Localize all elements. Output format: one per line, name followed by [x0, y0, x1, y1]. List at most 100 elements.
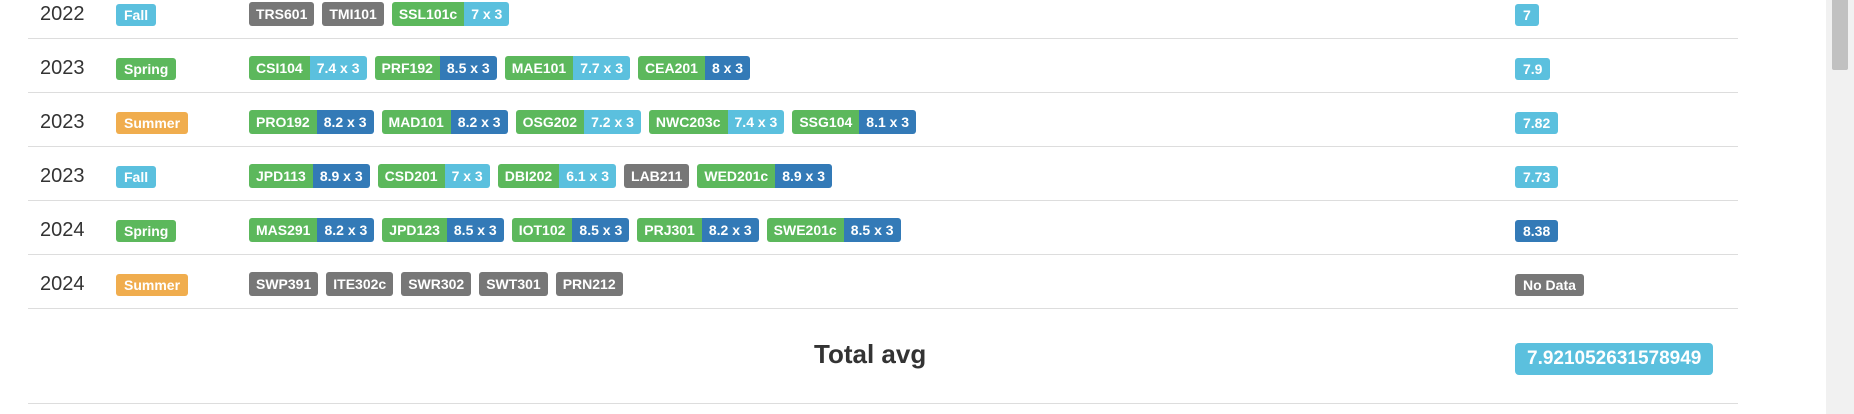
- term-badge: Summer: [116, 274, 189, 296]
- course-code: ITE302c: [326, 272, 394, 296]
- semester-rows: 2022 Fall TRS601 TMI101 SSL101c 7 x 3 7 2023 Spr…: [28, 0, 1738, 309]
- year-label: 2024: [40, 273, 85, 295]
- vertical-scrollbar[interactable]: [1826, 0, 1854, 414]
- course-code: DBI202: [497, 164, 560, 188]
- total-row: Total avg 7.921052631578949: [28, 309, 1738, 404]
- course-badge: ITE302c: [326, 272, 394, 296]
- course-badge: SWT301: [479, 272, 548, 296]
- course-list: PRO192 8.2 x 3 MAD101 8.2 x 3 OSG202 7.2 x 3N…: [249, 110, 917, 134]
- course-badge: OSG202 7.2 x 3: [515, 110, 641, 134]
- course-badge: CEA201 8 x 3: [638, 56, 751, 80]
- course-code: SWR302: [401, 272, 472, 296]
- term-badge: Summer: [116, 112, 189, 134]
- course-code: JPD113: [249, 164, 313, 188]
- semester-row: 2023 Fall JPD113 8.9 x 3 CSD201 7 x 3 DBI202 6.…: [28, 147, 1738, 201]
- course-list: MAS291 8.2 x 3 JPD123 8.5 x 3 IOT102 8.5 x 3P…: [249, 218, 901, 242]
- semester-avg-badge: 8.38: [1515, 220, 1559, 242]
- term-badge: Fall: [116, 166, 157, 188]
- semester-avg-badge: 7.9: [1515, 58, 1551, 80]
- year-label: 2024: [40, 219, 85, 241]
- course-badge: TRS601: [249, 2, 315, 26]
- course-score: 8.2 x 3: [316, 110, 374, 134]
- course-badge: JPD113 8.9 x 3: [249, 164, 370, 188]
- course-code: SWE201c: [766, 218, 844, 242]
- course-score: 8.2 x 3: [317, 218, 375, 242]
- course-badge: WED201c 8.9 x 3: [697, 164, 833, 188]
- grade-table: 2022 Fall TRS601 TMI101 SSL101c 7 x 3 7 2023 Spr…: [28, 0, 1738, 404]
- course-badge: LAB211: [624, 164, 690, 188]
- course-score: 8.5 x 3: [439, 56, 497, 80]
- year-label: 2022: [40, 3, 85, 25]
- course-score: 8.5 x 3: [843, 218, 901, 242]
- course-code: TRS601: [249, 2, 315, 26]
- course-badge: SWE201c 8.5 x 3: [766, 218, 901, 242]
- grade-report-page: 2022 Fall TRS601 TMI101 SSL101c 7 x 3 7 2023 Spr…: [0, 0, 1854, 414]
- course-score: 6.1 x 3: [559, 164, 617, 188]
- course-badge: SWP391: [249, 272, 319, 296]
- semester-row: 2022 Fall TRS601 TMI101 SSL101c 7 x 3 7: [28, 0, 1738, 39]
- semester-avg-badge: 7.73: [1515, 166, 1559, 188]
- course-score: 8.2 x 3: [450, 110, 508, 134]
- semester-row: 2024 Spring MAS291 8.2 x 3 JPD123 8.5 x 3 IOT1…: [28, 201, 1738, 255]
- course-code: CEA201: [638, 56, 705, 80]
- course-badge: SSG104 8.1 x 3: [792, 110, 917, 134]
- year-label: 2023: [40, 165, 85, 187]
- course-score: 8.1 x 3: [859, 110, 917, 134]
- scrollbar-thumb[interactable]: [1832, 0, 1848, 70]
- semester-row: 2023 Spring CSI104 7.4 x 3 PRF192 8.5 x 3 MAE1…: [28, 39, 1738, 93]
- semester-row: 2023 Summer PRO192 8.2 x 3 MAD101 8.2 x 3 OSG2…: [28, 93, 1738, 147]
- course-badge: JPD123 8.5 x 3: [382, 218, 504, 242]
- course-list: TRS601 TMI101 SSL101c 7 x 3: [249, 2, 510, 26]
- course-badge: MAE101 7.7 x 3: [504, 56, 631, 80]
- term-badge: Spring: [116, 58, 177, 80]
- course-badge: PRJ301 8.2 x 3: [637, 218, 759, 242]
- course-score: 8.2 x 3: [701, 218, 759, 242]
- course-code: WED201c: [697, 164, 776, 188]
- course-code: CSI104: [249, 56, 310, 80]
- semester-avg-badge: 7: [1515, 4, 1539, 26]
- course-score: 8.5 x 3: [446, 218, 504, 242]
- course-score: 7.7 x 3: [573, 56, 631, 80]
- course-code: MAS291: [249, 218, 318, 242]
- course-score: 7.4 x 3: [727, 110, 785, 134]
- course-code: PRF192: [374, 56, 440, 80]
- course-code: MAE101: [504, 56, 574, 80]
- year-label: 2023: [40, 57, 85, 79]
- course-badge: SWR302: [401, 272, 472, 296]
- course-list: JPD113 8.9 x 3 CSD201 7 x 3 DBI202 6.1 x 3 LAB…: [249, 164, 833, 188]
- course-list: CSI104 7.4 x 3 PRF192 8.5 x 3 MAE101 7.7 x 3 C…: [249, 56, 751, 80]
- course-code: TMI101: [322, 2, 384, 26]
- total-avg-label: Total avg: [814, 339, 927, 369]
- course-code: NWC203c: [648, 110, 728, 134]
- semester-avg-badge: No Data: [1515, 274, 1584, 296]
- total-avg-badge: 7.921052631578949: [1515, 343, 1714, 375]
- course-score: 8.9 x 3: [312, 164, 370, 188]
- year-label: 2023: [40, 111, 85, 133]
- course-code: LAB211: [624, 164, 690, 188]
- course-code: SSL101c: [391, 2, 465, 26]
- course-code: JPD123: [382, 218, 447, 242]
- course-list: SWP391 ITE302c SWR302 SWT301 PRN212: [249, 272, 623, 296]
- course-badge: PRO192 8.2 x 3: [249, 110, 374, 134]
- course-score: 7 x 3: [444, 164, 490, 188]
- course-score: 8.9 x 3: [775, 164, 833, 188]
- course-code: PRN212: [555, 272, 623, 296]
- course-badge: MAD101 8.2 x 3: [381, 110, 508, 134]
- course-badge: DBI202 6.1 x 3: [497, 164, 617, 188]
- course-score: 8.5 x 3: [572, 218, 630, 242]
- course-code: CSD201: [377, 164, 445, 188]
- course-badge: CSD201 7 x 3: [377, 164, 490, 188]
- course-code: PRJ301: [637, 218, 702, 242]
- course-badge: IOT102 8.5 x 3: [511, 218, 630, 242]
- course-score: 7.4 x 3: [309, 56, 367, 80]
- course-code: SWP391: [249, 272, 319, 296]
- course-code: SSG104: [792, 110, 860, 134]
- course-badge: TMI101: [322, 2, 384, 26]
- course-badge: NWC203c 7.4 x 3: [648, 110, 785, 134]
- course-badge: PRN212: [555, 272, 623, 296]
- course-score: 7.2 x 3: [584, 110, 641, 134]
- course-badge: MAS291 8.2 x 3: [249, 218, 375, 242]
- course-code: MAD101: [381, 110, 451, 134]
- course-score: 7 x 3: [464, 2, 510, 26]
- course-score: 8 x 3: [704, 56, 751, 80]
